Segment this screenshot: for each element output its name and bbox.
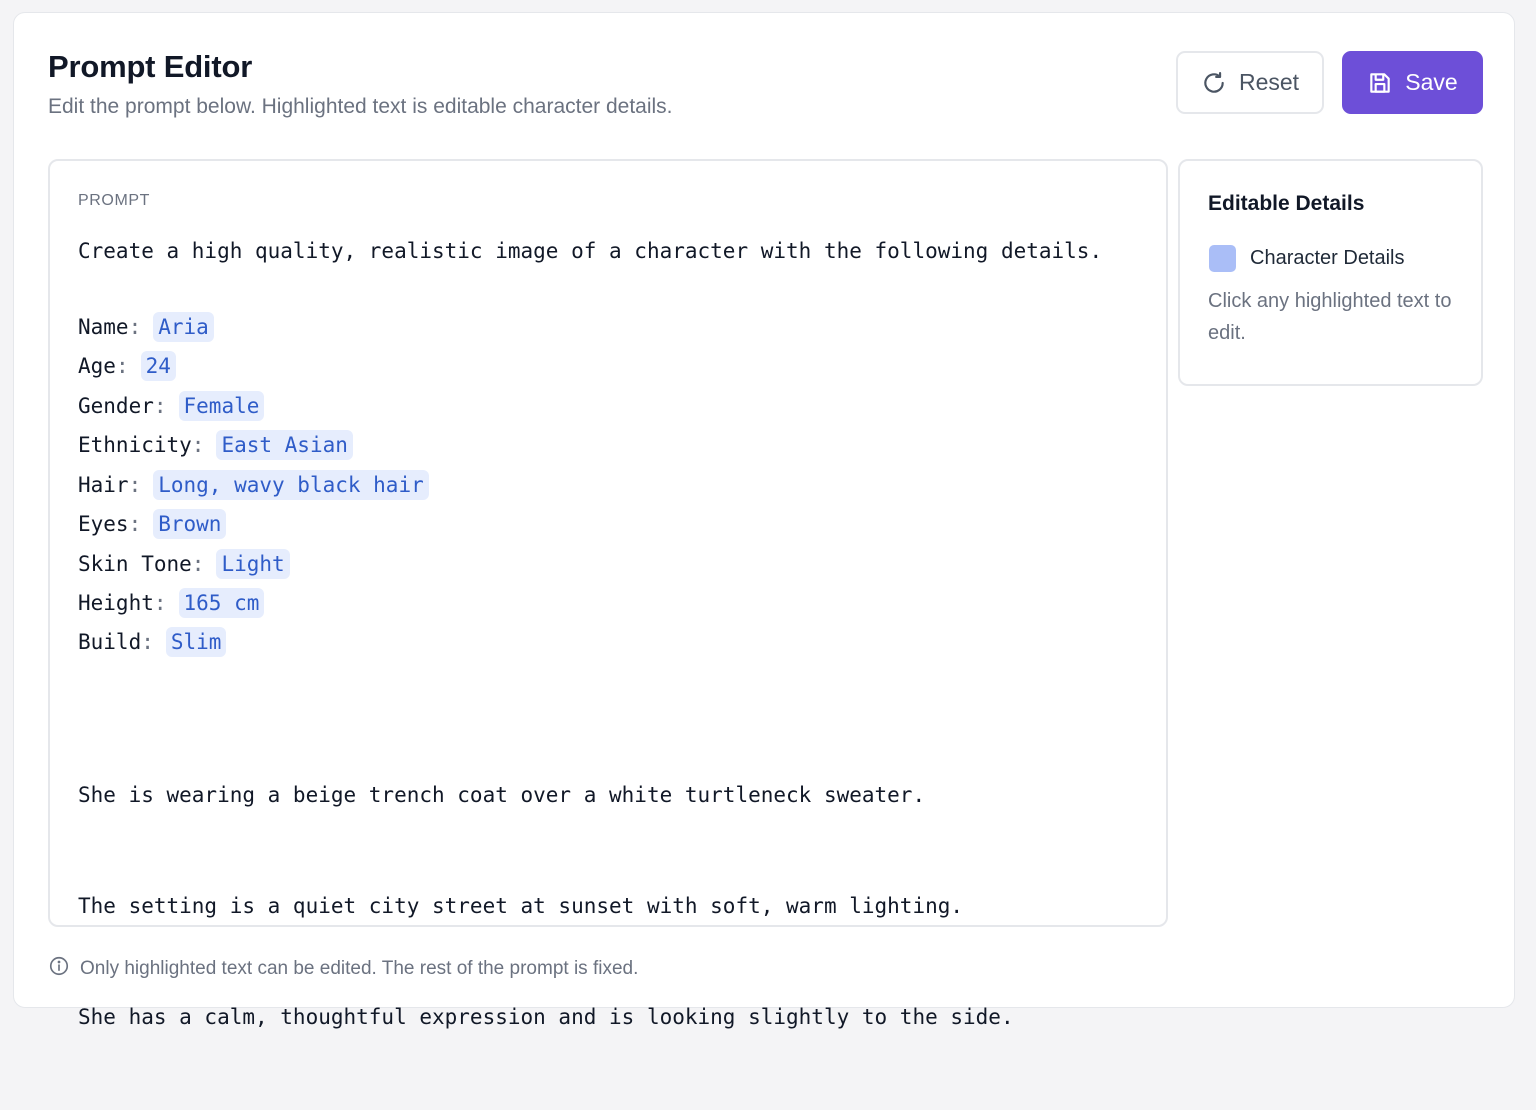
prompt-outro: She is wearing a beige trench coat over … xyxy=(78,703,1014,1110)
detail-row-skin-tone: Skin Tone: Light xyxy=(78,547,290,581)
detail-key: Gender xyxy=(78,394,154,418)
detail-key: Eyes xyxy=(78,512,129,536)
editor-window: Prompt Editor Edit the prompt below. Hig… xyxy=(13,12,1515,1029)
detail-key: Skin Tone xyxy=(78,552,192,576)
page-subtitle: Edit the prompt below. Highlighted text … xyxy=(48,95,673,118)
legend-label: Character Details xyxy=(1250,247,1405,269)
detail-row-height: Height:165 cm xyxy=(78,586,265,620)
detail-colon: : xyxy=(128,512,142,536)
editable-hair-field[interactable]: Long, wavy black hair xyxy=(153,470,429,500)
page-title: Prompt Editor xyxy=(48,49,253,84)
editable-details-panel: Editable Details Character Details Click… xyxy=(1178,159,1483,386)
editable-age-field[interactable]: 24 xyxy=(140,351,176,381)
prompt-panel: PROMPT Create a high quality, realistic … xyxy=(48,159,1168,1029)
detail-key: Hair xyxy=(78,473,129,497)
prompt-outro-line: She has a calm, thoughtful expression an… xyxy=(78,1005,1014,1029)
detail-key: Name xyxy=(78,315,129,339)
detail-row-eyes: Eyes: Brown xyxy=(78,507,227,541)
detail-row-ethnicity: Ethnicity: East Asian xyxy=(78,428,353,462)
footer-note-text: Only highlighted text can be edited. The… xyxy=(80,958,639,979)
legend-swatch xyxy=(1209,245,1236,272)
save-button[interactable]: Save xyxy=(1342,51,1483,114)
editable-eyes-field[interactable]: Brown xyxy=(153,509,227,539)
editable-build-field[interactable]: Slim xyxy=(165,627,227,657)
detail-colon: : xyxy=(191,552,205,576)
editable-name-field[interactable]: Aria xyxy=(153,312,214,342)
editable-gender-field[interactable]: Female xyxy=(178,391,265,421)
detail-colon: : xyxy=(191,433,205,457)
editable-details-title: Editable Details xyxy=(1208,192,1365,215)
detail-key: Build xyxy=(78,630,142,654)
prompt-intro-text: Create a high quality, realistic image o… xyxy=(78,239,1103,263)
detail-row-gender: Gender: Female xyxy=(78,389,265,423)
reset-label: Reset xyxy=(1238,69,1300,95)
editable-height-field[interactable]: 165 cm xyxy=(178,588,265,618)
detail-key: Ethnicity xyxy=(78,433,192,457)
prompt-outro-line: The setting is a quiet city street at su… xyxy=(78,894,964,918)
save-label: Save xyxy=(1405,69,1458,95)
detail-colon: : xyxy=(153,394,167,418)
info-icon xyxy=(48,955,70,983)
detail-row-name: Name: Aria xyxy=(78,310,214,344)
footer-note: Only highlighted text can be edited. The… xyxy=(48,955,638,983)
detail-colon: : xyxy=(153,591,167,615)
detail-row-age: Age:24 xyxy=(78,349,176,383)
detail-colon: : xyxy=(128,315,142,339)
editable-skin-tone-field[interactable]: Light xyxy=(216,549,290,579)
detail-row-hair: Hair: Long, wavy black hair xyxy=(78,468,429,502)
prompt-section-label: PROMPT xyxy=(78,192,151,209)
editable-ethnicity-field[interactable]: East Asian xyxy=(216,430,353,460)
detail-key: Height xyxy=(78,591,154,615)
prompt-outro-line: She is wearing a beige trench coat over … xyxy=(78,783,926,807)
refresh-icon xyxy=(1201,70,1227,96)
detail-colon: : xyxy=(115,354,129,378)
floppy-disk-icon xyxy=(1367,70,1393,96)
reset-button[interactable]: Reset xyxy=(1176,51,1324,114)
detail-colon: : xyxy=(141,630,154,654)
detail-colon: : xyxy=(128,473,142,497)
detail-key: Age xyxy=(78,354,116,378)
edit-hint: Click any highlighted text to edit. xyxy=(1208,290,1452,344)
detail-row-build: Build: Slim xyxy=(78,625,227,659)
